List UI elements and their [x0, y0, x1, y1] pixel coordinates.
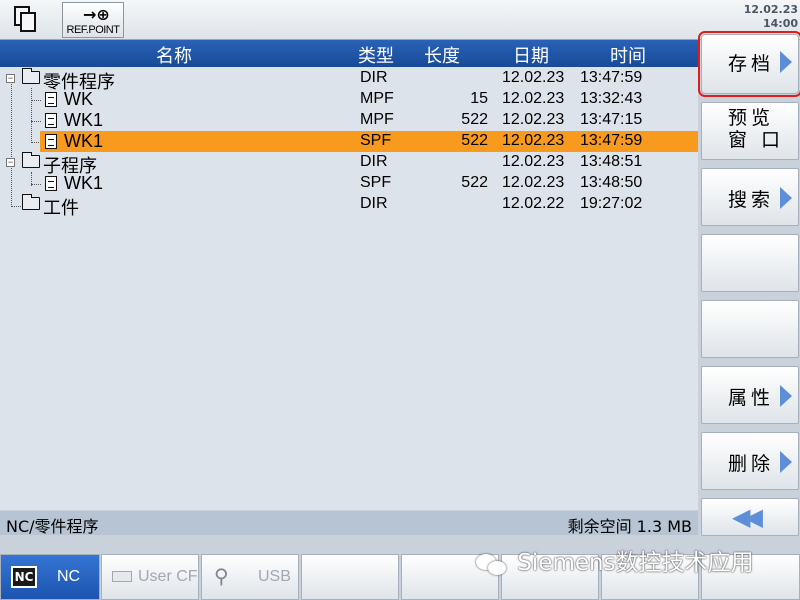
file-length: 522: [461, 111, 488, 128]
status-line: NC/零件程序 剩余空间 1.3 MB: [0, 511, 698, 536]
file-type: SPF: [360, 174, 392, 191]
nc-label: NC: [57, 568, 81, 585]
col-type[interactable]: 类型: [358, 42, 394, 68]
folder-icon: [21, 68, 40, 84]
file-date: 12.02.23: [502, 132, 565, 149]
arrow-right-icon: [780, 385, 792, 407]
arrow-right-icon: [780, 451, 792, 473]
document-icon: [45, 134, 57, 149]
file-row[interactable]: WK1 MPF 522 12.02.23 13:47:15: [0, 110, 698, 131]
back-softkey[interactable]: ◀◀: [701, 498, 799, 536]
file-length: 15: [470, 90, 488, 107]
folder-icon: [21, 194, 40, 210]
file-date: 12.02.23: [502, 174, 565, 191]
preview-label-line1: 预览: [728, 107, 775, 129]
nc-softkey[interactable]: NC NC: [0, 554, 100, 600]
delete-softkey[interactable]: 删除: [701, 432, 799, 490]
file-date: 12.02.23: [502, 111, 565, 128]
file-row[interactable]: WK1 SPF 522 12.02.23 13:48:50: [0, 173, 698, 194]
usb-icon: ⚲: [214, 564, 229, 588]
preview-window-softkey[interactable]: 预览 窗 口: [701, 102, 799, 160]
document-icon: [45, 113, 57, 128]
file-date: 12.02.23: [502, 90, 565, 107]
current-time: 14:00: [762, 17, 798, 30]
file-length: 522: [461, 174, 488, 191]
column-header: 名称 类型 长度 日期 时间: [0, 40, 698, 67]
empty-hsoftkey-4[interactable]: [301, 554, 399, 600]
back-arrow-icon: ◀◀: [732, 503, 763, 531]
file-type: MPF: [360, 111, 394, 128]
current-date: 12.02.23: [743, 3, 798, 16]
preview-label: 预览 窗 口: [728, 107, 784, 151]
folder-icon: [21, 152, 40, 168]
file-time: 19:27:02: [580, 195, 643, 212]
file-type: DIR: [360, 195, 388, 212]
cf-card-icon: [112, 571, 132, 582]
top-bar: →⊕ REF.POINT 12.02.23 14:00: [0, 0, 800, 40]
usb-softkey[interactable]: ⚲ USB: [201, 554, 299, 600]
file-row[interactable]: WK MPF 15 12.02.23 13:32:43: [0, 89, 698, 110]
empty-softkey-5[interactable]: [701, 300, 799, 358]
arrow-right-icon: [780, 51, 792, 73]
nc-drive-icon: NC: [11, 566, 37, 588]
file-name: WK1: [64, 131, 104, 151]
watermark-text: Siemens数控技术应用: [517, 550, 754, 576]
file-row[interactable]: − 零件程序 DIR 12.02.23 13:47:59: [0, 68, 698, 92]
file-type: SPF: [360, 132, 392, 149]
date-time: 12.02.23 14:00: [744, 3, 798, 31]
properties-softkey[interactable]: 属性: [701, 366, 799, 424]
window-switch-icon[interactable]: [8, 2, 52, 38]
free-space: 剩余空间 1.3 MB: [567, 517, 692, 536]
refpoint-label: REF.POINT: [66, 24, 120, 36]
file-browser: 名称 类型 长度 日期 时间 − 零件程序 DIR 12.02.23 13:47…: [0, 40, 698, 510]
file-name: 工件: [43, 198, 79, 218]
file-time: 13:48:51: [580, 153, 643, 170]
file-row-selected[interactable]: WK1 SPF 522 12.02.23 13:47:59: [0, 131, 698, 152]
file-name: WK: [64, 89, 93, 109]
preview-label-line2: 窗 口: [728, 129, 785, 151]
file-name: WK1: [64, 110, 104, 130]
usb-label: USB: [258, 568, 291, 585]
refpoint-icon: →⊕: [83, 5, 110, 24]
col-length[interactable]: 长度: [424, 42, 460, 68]
search-label: 搜索: [728, 189, 775, 211]
file-length: 522: [461, 132, 488, 149]
file-name: WK1: [64, 173, 104, 193]
file-date: 12.02.22: [502, 195, 565, 212]
file-date: 12.02.23: [502, 69, 565, 86]
file-row[interactable]: 工件 DIR 12.02.22 19:27:02: [0, 194, 698, 218]
wechat-logo-icon: [474, 550, 510, 578]
col-time[interactable]: 时间: [610, 42, 646, 68]
watermark: Siemens数控技术应用: [474, 543, 754, 578]
archive-softkey[interactable]: 存档: [698, 31, 800, 97]
file-date: 12.02.23: [502, 153, 565, 170]
search-softkey[interactable]: 搜索: [701, 168, 799, 226]
empty-softkey-4[interactable]: [701, 234, 799, 292]
file-type: DIR: [360, 153, 388, 170]
delete-label: 删除: [728, 453, 775, 475]
col-date[interactable]: 日期: [513, 42, 549, 68]
vertical-softkey-bar: 存档 预览 窗 口 搜索 属性 删除 ◀◀: [698, 31, 800, 536]
archive-label: 存档: [728, 53, 775, 75]
properties-label: 属性: [728, 387, 775, 409]
file-type: MPF: [360, 90, 394, 107]
refpoint-button[interactable]: →⊕ REF.POINT: [62, 2, 124, 38]
expand-toggle[interactable]: −: [6, 158, 15, 167]
window-front-square: [20, 12, 36, 32]
document-icon: [45, 92, 57, 107]
file-time: 13:32:43: [580, 90, 643, 107]
file-time: 13:47:59: [580, 69, 643, 86]
expand-toggle[interactable]: −: [6, 74, 15, 83]
file-type: DIR: [360, 69, 388, 86]
file-row[interactable]: − 子程序 DIR 12.02.23 13:48:51: [0, 152, 698, 176]
user-cf-softkey[interactable]: User CF: [101, 554, 199, 600]
file-time: 13:47:15: [580, 111, 643, 128]
current-path: NC/零件程序: [6, 517, 99, 536]
document-icon: [45, 176, 57, 191]
user-cf-label: User CF: [138, 568, 198, 585]
col-name[interactable]: 名称: [156, 42, 192, 68]
arrow-right-icon: [780, 187, 792, 209]
file-time: 13:47:59: [580, 132, 643, 149]
file-time: 13:48:50: [580, 174, 643, 191]
